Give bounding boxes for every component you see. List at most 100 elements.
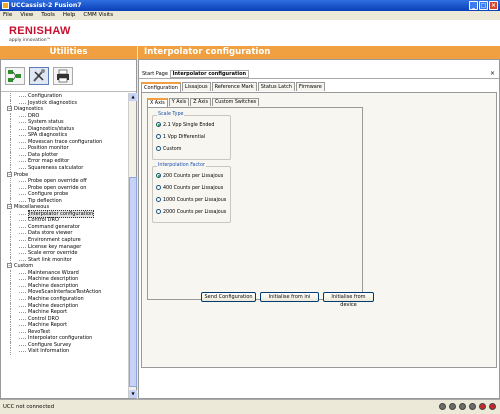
tab-y-axis[interactable]: Y Axis: [168, 98, 190, 106]
breadcrumb-start[interactable]: Start Page: [142, 71, 168, 77]
scale-radio-custom[interactable]: Custom: [156, 146, 181, 153]
tree-label: Probe open override on: [28, 184, 87, 191]
network-icon[interactable]: [5, 67, 25, 85]
tree-label: Squareness calculator: [28, 165, 84, 172]
send-configuration-button[interactable]: Send Configuration: [201, 292, 256, 302]
tree-label: Machine description: [28, 276, 79, 283]
tree-label: Environment capture: [28, 237, 81, 244]
interp-radio-1000[interactable]: 1000 Counts per Lissajous: [156, 197, 226, 204]
radio-icon: [156, 185, 161, 190]
menu-file[interactable]: File: [3, 11, 12, 20]
radio-icon: [156, 173, 161, 178]
tab-status-latch[interactable]: Status Latch: [257, 82, 295, 91]
status-text: UCC not connected: [3, 404, 55, 410]
tree-label: Machine Report: [28, 322, 68, 329]
tree-scrollbar[interactable]: ▲ ▼: [128, 93, 137, 398]
close-page-icon[interactable]: ×: [490, 69, 495, 79]
status-alert-icon: [479, 403, 486, 410]
tree-label: Data plotter: [28, 151, 59, 158]
x-axis-panel: Scale Type 2.1 Vpp Single Ended 1 Vpp Di…: [147, 107, 363, 300]
scale-type-group: Scale Type 2.1 Vpp Single Ended 1 Vpp Di…: [152, 112, 231, 160]
radio-icon: [156, 146, 161, 151]
title-bar: UCCassist-2 Fusion7 _ □ ×: [0, 0, 500, 11]
menu-cmm-visits[interactable]: CMM Visits: [83, 11, 113, 20]
interpolation-factor-title: Interpolation Factor: [157, 163, 206, 168]
scale-radio-2vpp[interactable]: 2.1 Vpp Single Ended: [156, 122, 214, 129]
tools-icon[interactable]: [29, 67, 49, 85]
tab-firmware[interactable]: Firmware: [295, 82, 325, 91]
tree-label: Joystick diagnostics: [28, 99, 78, 106]
tree-label: Movescan trace configuration: [28, 138, 103, 145]
breadcrumb-current[interactable]: Interpolator configuration: [169, 70, 250, 78]
collapse-icon[interactable]: −: [7, 204, 12, 210]
collapse-icon[interactable]: −: [7, 106, 12, 112]
tab-x-axis[interactable]: X Axis: [147, 98, 168, 107]
interp-radio-200[interactable]: 200 Counts per Lissajous: [156, 173, 223, 180]
tree-label: Machine description: [28, 302, 79, 309]
tree-label: Machine Report: [28, 309, 68, 316]
radio-icon: [156, 209, 161, 214]
tree-label: Configure Survey: [28, 341, 72, 348]
tree-label: Scale error override: [28, 250, 78, 257]
tree-label: Command generator: [28, 223, 80, 230]
interp-radio-2000[interactable]: 2000 Counts per Lissajous: [156, 209, 226, 216]
interpolation-factor-group: Interpolation Factor 200 Counts per Liss…: [152, 163, 231, 223]
axis-tabs: X Axis Y Axis Z Axis Custom Switches: [147, 98, 260, 107]
initialise-from-ini-button[interactable]: Initialise from ini: [260, 292, 319, 302]
page-title: Interpolator configuration: [138, 46, 500, 59]
tree-label: Visit Information: [28, 348, 70, 355]
printer-icon[interactable]: [53, 67, 73, 85]
minimize-button[interactable]: _: [469, 1, 478, 10]
status-light-icon: [459, 403, 466, 410]
scale-radio-1vpp[interactable]: 1 Vpp Differential: [156, 134, 205, 141]
maximize-button[interactable]: □: [479, 1, 488, 10]
scroll-up-icon[interactable]: ▲: [129, 93, 137, 101]
tab-lissajous[interactable]: Lissajous: [181, 82, 211, 91]
tree-label: SPA diagnostics: [28, 132, 68, 139]
tree-label: Interpolator configuration: [28, 335, 93, 342]
brand-banner: RENISHAW apply innovation™: [0, 20, 500, 46]
tree-label: Configuration: [28, 93, 62, 99]
tree-label: Machine description: [28, 282, 79, 289]
status-alert-icon: [489, 403, 496, 410]
tree-label: MoveScanInterfaceTestAction: [28, 289, 102, 296]
brand-tagline: apply innovation™: [9, 38, 52, 43]
scale-type-title: Scale Type: [157, 112, 185, 117]
scroll-down-icon[interactable]: ▼: [129, 390, 137, 398]
tree-label: Tip deflection: [28, 197, 62, 204]
tree-label: Data store viewer: [28, 230, 73, 237]
tree-label: Control DRO: [28, 217, 59, 224]
tree-label: Error map editor: [28, 158, 70, 165]
tree-label: Probe open override off: [28, 178, 87, 185]
menu-help[interactable]: Help: [63, 11, 76, 20]
tree-label: Machine configuration: [28, 295, 84, 302]
tree-label: Configure probe: [28, 191, 69, 198]
radio-icon: [156, 122, 161, 127]
status-light-icon: [449, 403, 456, 410]
tab-reference-mark[interactable]: Reference Mark: [211, 82, 257, 91]
collapse-icon[interactable]: −: [7, 171, 12, 177]
collapse-icon[interactable]: −: [7, 263, 12, 269]
tab-custom-switches[interactable]: Custom Switches: [211, 98, 260, 106]
interp-radio-400[interactable]: 400 Counts per Lissajous: [156, 185, 223, 192]
radio-icon: [156, 197, 161, 202]
close-button[interactable]: ×: [489, 1, 498, 10]
utilities-tree: Configuration Joystick diagnostics − Diagno…: [1, 93, 129, 398]
menu-bar: File View Tools Help CMM Visits: [0, 11, 500, 20]
menu-tools[interactable]: Tools: [41, 11, 55, 20]
tree-label: RevoTest: [28, 328, 51, 335]
radio-icon: [156, 134, 161, 139]
scroll-thumb[interactable]: [129, 177, 137, 387]
initialise-from-device-button[interactable]: Initialise from device: [323, 292, 374, 308]
app-icon: [2, 2, 9, 9]
renishaw-logo: RENISHAW: [9, 25, 71, 37]
menu-view[interactable]: View: [20, 11, 33, 20]
tree-item[interactable]: Visit Information: [1, 348, 129, 355]
tab-configuration[interactable]: Configuration: [141, 82, 181, 92]
tab-z-axis[interactable]: Z Axis: [190, 98, 211, 106]
tree-label: Position monitor: [28, 145, 69, 152]
tree-label: Custom: [14, 263, 34, 270]
utilities-header: Utilities: [0, 46, 137, 59]
tree-label: Diagnostics: [14, 106, 44, 113]
status-light-icon: [439, 403, 446, 410]
